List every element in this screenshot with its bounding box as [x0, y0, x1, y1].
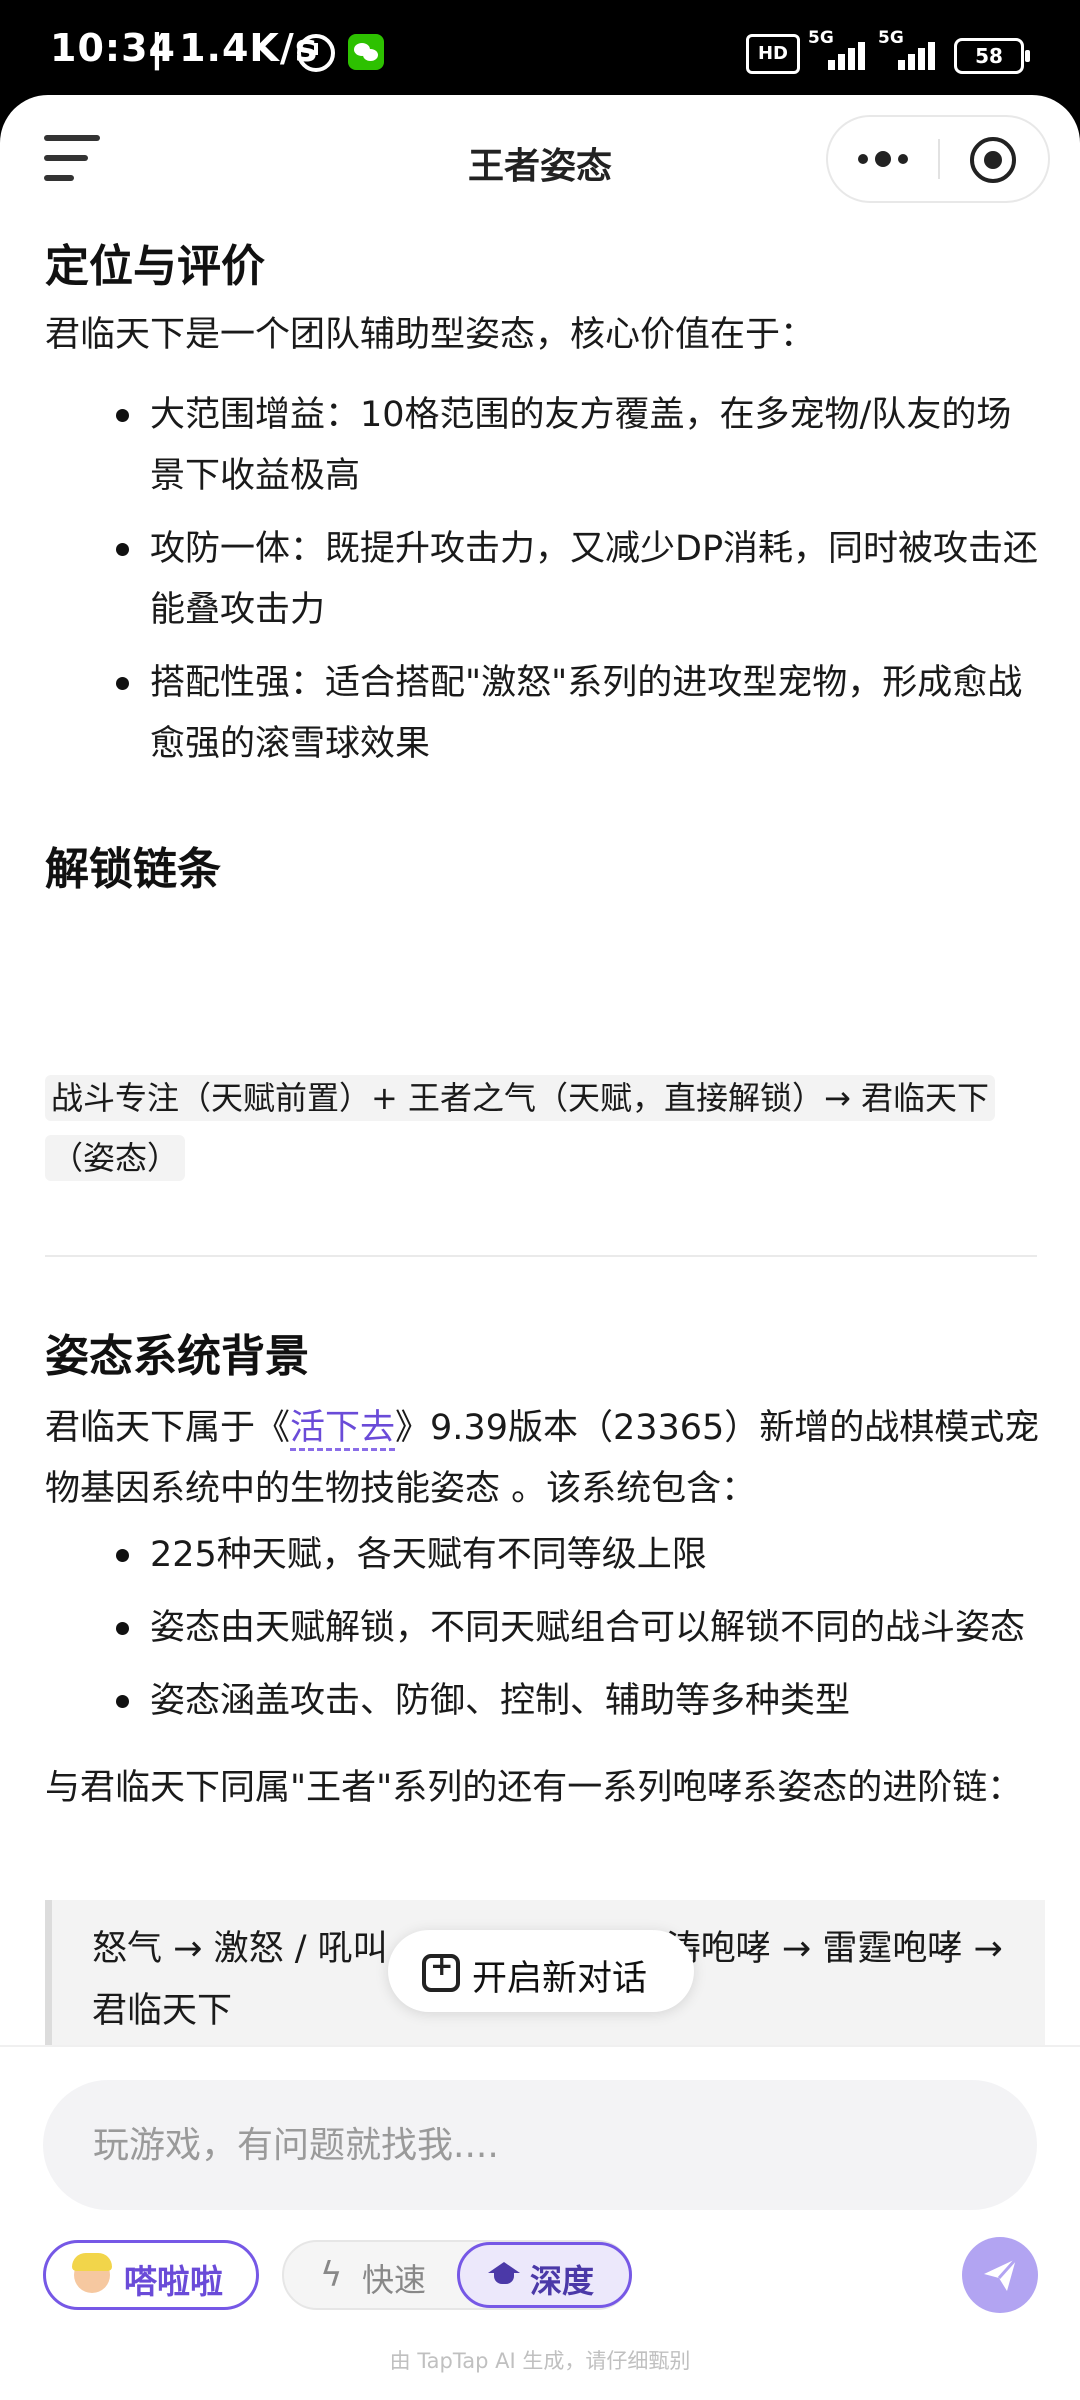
mode-fast-label: 快速 — [362, 2261, 427, 2299]
unlock-chain-text: 战斗专注（天赋前置）+ 王者之气（天赋，直接解锁）→ 君临天下（姿态） — [45, 1075, 995, 1181]
battery-icon: 58 — [954, 38, 1030, 74]
list-item: 搭配性强：适合搭配"激怒"系列的进攻型宠物，形成愈战愈强的滚雪球效果 — [45, 653, 1040, 775]
mode-deep-label: 深度 — [530, 2262, 595, 2300]
graduation-cap-icon — [488, 2262, 520, 2284]
signal-icon-1 — [818, 36, 870, 70]
alarm-icon — [297, 34, 335, 72]
agent-selector-button[interactable]: 嗒啦啦 — [43, 2240, 259, 2310]
new-chat-button[interactable]: 开启新对话 — [388, 1930, 694, 2012]
agent-label: 嗒啦啦 — [124, 2262, 223, 2301]
game-link[interactable]: 活下去 — [290, 1408, 396, 1451]
send-button[interactable] — [962, 2237, 1038, 2313]
mode-toggle: ϟ 快速 深度 — [282, 2240, 632, 2310]
composer: 嗒啦啦 ϟ 快速 深度 由 TapTap AI 生成，请仔细甄别 — [0, 2045, 1080, 2400]
chat-input[interactable] — [43, 2080, 1037, 2210]
hd-voice-icon: HD — [746, 34, 800, 74]
mode-fast-button[interactable]: ϟ 快速 — [284, 2242, 460, 2308]
status-bar: 10:34 | 1.4K/s HD 5G 5G 58 — [0, 0, 1080, 100]
section3-list: 225种天赋，各天赋有不同等级上限 姿态由天赋解锁，不同天赋组合可以解锁不同的战… — [45, 1525, 1040, 1744]
section1-intro: 君临天下是一个团队辅助型姿态，核心价值在于： — [45, 315, 816, 355]
new-chat-label: 开启新对话 — [472, 1959, 648, 1999]
status-net-speed: | 1.4K/s — [150, 26, 319, 70]
section3-paragraph: 君临天下属于《活下去》9.39版本（23365）新增的战棋模式宠物基因系统中的生… — [45, 1408, 1040, 1509]
mini-program-capsule — [826, 115, 1050, 203]
capsule-divider — [938, 139, 940, 179]
section1-list: 大范围增益：10格范围的友方覆盖，在多宠物/队友的场景下收益极高 攻防一体：既提… — [45, 385, 1040, 787]
section-heading-background: 姿态系统背景 — [45, 1331, 309, 1382]
section3-paragraph-2: 与君临天下同属"王者"系列的还有一系列咆哮系姿态的进阶链： — [45, 1768, 1023, 1808]
more-icon[interactable] — [858, 117, 938, 201]
new-chat-icon — [422, 1949, 460, 1992]
divider — [45, 1255, 1037, 1257]
section-heading-unlock: 解锁链条 — [45, 844, 221, 895]
agent-avatar — [72, 2253, 112, 2293]
mode-deep-button[interactable]: 深度 — [457, 2242, 632, 2308]
section-heading-positioning: 定位与评价 — [45, 241, 265, 292]
list-item: 攻防一体：既提升攻击力，又减少DP消耗，同时被攻击还能叠攻击力 — [45, 519, 1040, 641]
app-container: 王者姿态 定位与评价 君临天下是一个团队辅助型姿态，核心价值在于： 大范围增益：… — [0, 95, 1080, 2400]
close-target-icon[interactable] — [970, 137, 1016, 183]
signal-icon-2 — [888, 36, 940, 70]
wechat-icon — [348, 34, 384, 70]
send-icon — [984, 2257, 1018, 2291]
list-item: 姿态涵盖攻击、防御、控制、辅助等多种类型 — [45, 1671, 1040, 1732]
ai-disclaimer: 由 TapTap AI 生成，请仔细甄别 — [389, 2349, 691, 2373]
lightning-icon: ϟ — [320, 2255, 343, 2295]
list-item: 225种天赋，各天赋有不同等级上限 — [45, 1525, 1040, 1586]
top-bar: 王者姿态 — [0, 95, 1080, 225]
list-item: 大范围增益：10格范围的友方覆盖，在多宠物/队友的场景下收益极高 — [45, 385, 1040, 507]
list-item: 姿态由天赋解锁，不同天赋组合可以解锁不同的战斗姿态 — [45, 1598, 1040, 1659]
unlock-chain: 战斗专注（天赋前置）+ 王者之气（天赋，直接解锁）→ 君临天下（姿态） — [45, 1068, 1035, 1188]
